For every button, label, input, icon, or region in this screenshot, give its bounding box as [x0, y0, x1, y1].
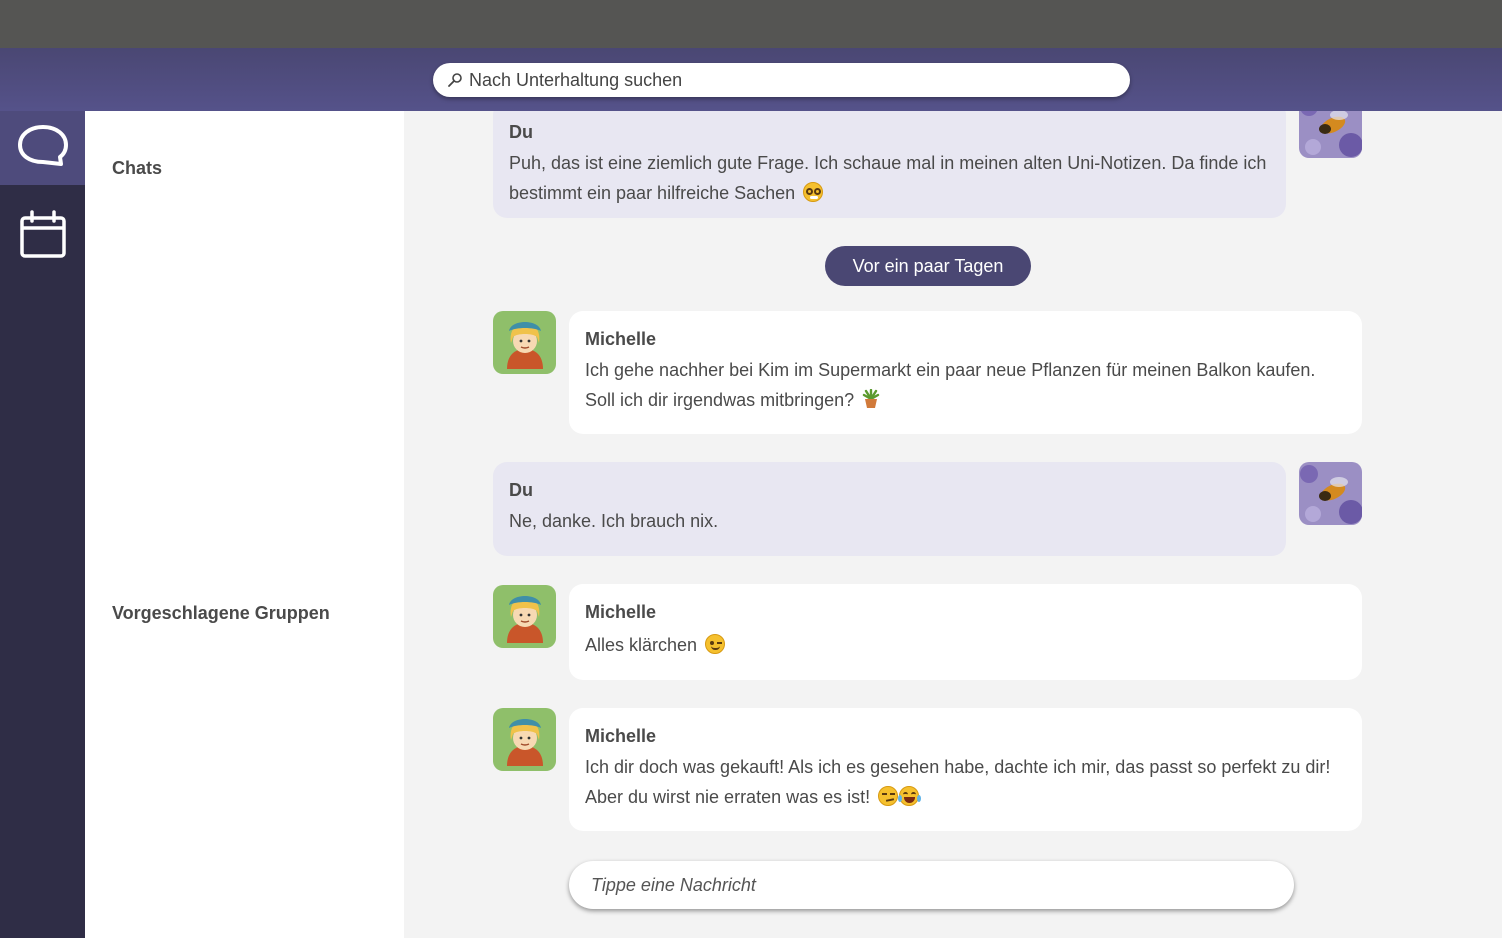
message-bubble-own: Du Puh, das ist eine ziemlich gute Frage… — [493, 111, 1286, 218]
michelle-avatar — [493, 585, 556, 648]
message-sender: Michelle — [585, 726, 657, 746]
chats-heading: Chats — [112, 158, 163, 178]
message-text: Ich gehe nachher bei Kim im Supermarkt e… — [585, 355, 1346, 415]
message-bubble-own: Du Ne, danke. Ich brauch nix. — [493, 462, 1286, 556]
avatar-michelle — [493, 585, 556, 648]
chat-bubble-icon — [17, 125, 68, 166]
message-text: Puh, das ist eine ziemlich gute Frage. I… — [509, 148, 1270, 208]
bee-on-lavender-avatar — [1299, 462, 1362, 525]
message-text-content: Alles klärchen — [585, 635, 698, 655]
nav-rail — [0, 111, 85, 938]
search-input[interactable] — [469, 69, 1089, 91]
potted-plant-icon — [862, 388, 880, 408]
chat-area: Du Puh, das ist eine ziemlich gute Frage… — [404, 111, 1502, 938]
message-sender: Michelle — [585, 602, 657, 622]
bee-on-lavender-avatar — [1299, 111, 1362, 158]
avatar-michelle — [493, 311, 556, 374]
conversation-sidebar: Chats Vorgeschlagene Gruppen — [85, 111, 404, 938]
smirking-face-icon — [878, 786, 899, 806]
message-composer[interactable] — [569, 861, 1294, 909]
nav-item-calendar[interactable] — [0, 198, 85, 272]
michelle-avatar — [493, 708, 556, 771]
message-bubble-other: Michelle Ich dir doch was gekauft! Als i… — [569, 708, 1362, 831]
michelle-avatar — [493, 311, 556, 374]
avatar-michelle — [493, 708, 556, 771]
calendar-icon — [19, 210, 66, 258]
nav-item-chats[interactable] — [0, 111, 85, 185]
message-sender: Du — [509, 480, 533, 500]
winking-face-icon — [705, 634, 726, 654]
message-bubble-other: Michelle Alles klärchen — [569, 584, 1362, 680]
app-header — [0, 48, 1502, 111]
message-bubble-other: Michelle Ich gehe nachher bei Kim im Sup… — [569, 311, 1362, 434]
message-text: Alles klärchen — [585, 630, 1346, 660]
avatar-own — [1299, 462, 1362, 525]
message-sender: Michelle — [585, 329, 657, 349]
message-sender: Du — [509, 122, 533, 142]
message-text: Ich dir doch was gekauft! Als ich es ges… — [585, 752, 1346, 812]
message-text: Ne, danke. Ich brauch nix. — [509, 511, 719, 531]
avatar-own — [1299, 111, 1362, 158]
message-text-content: Ich dir doch was gekauft! Als ich es ges… — [585, 757, 1331, 807]
search-icon — [448, 73, 462, 87]
suggested-groups-heading: Vorgeschlagene Gruppen — [112, 603, 330, 623]
message-input[interactable] — [591, 874, 1271, 896]
message-text-content: Ich gehe nachher bei Kim im Supermarkt e… — [585, 360, 1316, 410]
date-separator: Vor ein paar Tagen — [825, 246, 1031, 286]
tears-of-joy-icon — [898, 786, 922, 806]
conversation-search[interactable] — [433, 63, 1130, 97]
window-top-bar — [0, 0, 1502, 48]
nerd-face-icon — [803, 182, 824, 202]
message-text-content: Puh, das ist eine ziemlich gute Frage. I… — [509, 153, 1267, 203]
